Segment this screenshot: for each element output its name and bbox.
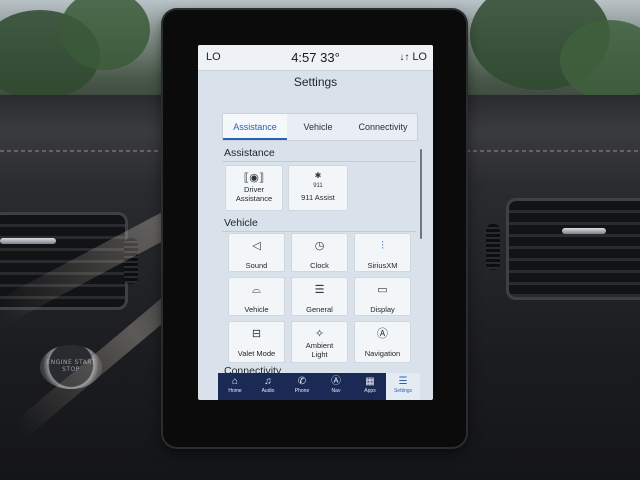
siriusxm-icon: ⫶ [381,240,384,252]
nav-icon: Ⓐ [331,376,341,387]
valet-icon: ⊟ [251,328,262,340]
nav-label: Home [228,388,242,394]
tile-display[interactable]: ▭ Display [354,277,411,316]
tile-label: 911 Assist [301,193,335,202]
status-bar: LO 4:57 33° ↓↑ LO [198,45,433,71]
tile-label: Vehicle [244,305,269,314]
tile-vehicle[interactable]: ⌓ Vehicle [228,277,285,316]
nav-audio[interactable]: ♫ Audio [251,373,285,400]
tab-assistance[interactable]: Assistance [223,114,287,140]
911-assist-icon: ✱ 911 [313,171,323,189]
nav-label: Settings [393,388,413,394]
tile-label: Sound [245,261,268,270]
speaker-icon: ◁ [252,240,261,252]
title-bar: Settings [198,71,433,95]
infotainment-screen: LO 4:57 33° ↓↑ LO Settings Assistance Veh… [198,45,433,400]
home-icon: ⌂ [231,376,239,387]
tile-driver-assistance[interactable]: ⟦◉⟧ Driver Assistance [225,165,283,211]
tile-label: SiriusXM [367,261,398,270]
nav-label: Audio [261,388,275,394]
tile-sound[interactable]: ◁ Sound [228,233,285,272]
nav-phone[interactable]: ✆ Phone [285,373,319,400]
passenger-temp-group[interactable]: ↓↑ LO [399,51,427,63]
tile-siriusxm[interactable]: ⫶ SiriusXM [354,233,411,272]
tab-connectivity[interactable]: Connectivity [349,114,417,140]
tile-label: Valet Mode [237,349,276,358]
page-title: Settings [293,75,338,89]
nav-label: Nav [331,388,341,394]
tile-label: Display [370,305,395,314]
section-title-assistance: Assistance [224,147,275,159]
nav-label: Phone [294,388,310,394]
911-badge: 911 [313,183,323,189]
tile-label: Navigation [364,349,401,358]
tile-clock[interactable]: ◷ Clock [291,233,348,272]
apps-icon: ▦ [365,376,375,387]
bottom-nav-bar: ⌂ Home ♫ Audio ✆ Phone Ⓐ Nav ▦ Apps ☰ Se… [218,373,420,400]
display-icon: ▭ [377,284,388,296]
nav-apps[interactable]: ▦ Apps [353,373,387,400]
section-title-vehicle: Vehicle [224,217,258,229]
right-vent-knob [486,224,500,270]
passenger-temp: LO [412,51,427,63]
clock-outside-temp: 4:57 33° [291,50,340,65]
ambient-light-icon: ✧ [314,328,325,340]
settings-content: Assistance ⟦◉⟧ Driver Assistance ✱ 911 91… [222,141,416,373]
phone-icon: ✆ [297,376,307,387]
settings-sliders-icon: ☰ [398,376,408,387]
tile-general[interactable]: ☰ General [291,277,348,316]
sliders-icon: ☰ [314,284,325,296]
navigation-icon: Ⓐ [377,328,388,340]
tile-valet-mode[interactable]: ⊟ Valet Mode [228,321,285,363]
tile-ambient-light[interactable]: ✧ Ambient Light [291,321,348,363]
driver-assist-icon: ⟦◉⟧ [243,172,265,184]
tile-label: General [306,305,333,314]
clock-icon: ◷ [314,240,325,252]
settings-tabs: Assistance Vehicle Connectivity [222,113,418,141]
tile-label: Clock [310,261,329,270]
tab-vehicle[interactable]: Vehicle [287,114,349,140]
nav-home[interactable]: ⌂ Home [218,373,252,400]
nav-nav[interactable]: Ⓐ Nav [319,373,353,400]
tile-label: Ambient Light [305,341,334,359]
section-title-connectivity: Connectivity [224,365,282,373]
right-air-vent [506,198,640,300]
nav-settings[interactable]: ☰ Settings [386,373,420,400]
scrollbar[interactable] [420,149,422,239]
fan-direction-icon: ↓↑ [399,52,410,63]
tile-911-assist[interactable]: ✱ 911 911 Assist [288,165,348,211]
car-icon: ⌓ [252,284,261,296]
tile-label: Driver Assistance [235,185,273,203]
nav-label: Apps [364,388,376,394]
tile-navigation[interactable]: Ⓐ Navigation [354,321,411,363]
music-icon: ♫ [264,376,272,387]
